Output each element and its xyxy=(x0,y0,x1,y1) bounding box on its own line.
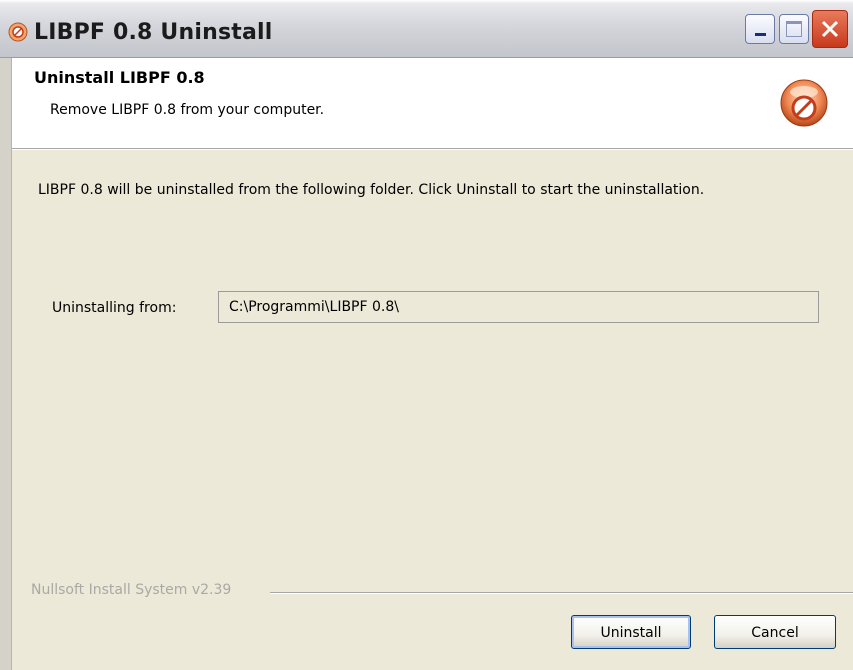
footer-divider xyxy=(270,592,853,594)
maximize-button[interactable] xyxy=(779,14,809,44)
window-frame xyxy=(0,58,12,670)
close-icon xyxy=(821,20,839,38)
window-title: LIBPF 0.8 Uninstall xyxy=(34,20,273,45)
header-title: Uninstall LIBPF 0.8 xyxy=(34,68,205,87)
header-subtitle: Remove LIBPF 0.8 from your computer. xyxy=(50,102,325,118)
branding-text: Nullsoft Install System v2.39 xyxy=(31,582,232,598)
minimize-button[interactable] xyxy=(745,14,775,44)
uninstall-button[interactable]: Uninstall xyxy=(571,615,691,649)
minimize-icon xyxy=(755,33,766,36)
maximize-icon xyxy=(786,21,802,37)
intro-text: LIBPF 0.8 will be uninstalled from the f… xyxy=(38,182,705,198)
uninstall-disc-icon xyxy=(8,22,28,42)
close-button[interactable] xyxy=(812,10,848,48)
path-label: Uninstalling from: xyxy=(52,300,177,316)
header-panel: Uninstall LIBPF 0.8 Remove LIBPF 0.8 fro… xyxy=(12,58,853,148)
header-divider xyxy=(12,148,853,150)
title-bar[interactable]: LIBPF 0.8 Uninstall xyxy=(0,0,853,58)
cancel-button[interactable]: Cancel xyxy=(714,615,836,649)
uninstall-disc-icon xyxy=(780,79,828,127)
install-path-field[interactable]: C:\Programmi\LIBPF 0.8\ xyxy=(218,291,819,323)
